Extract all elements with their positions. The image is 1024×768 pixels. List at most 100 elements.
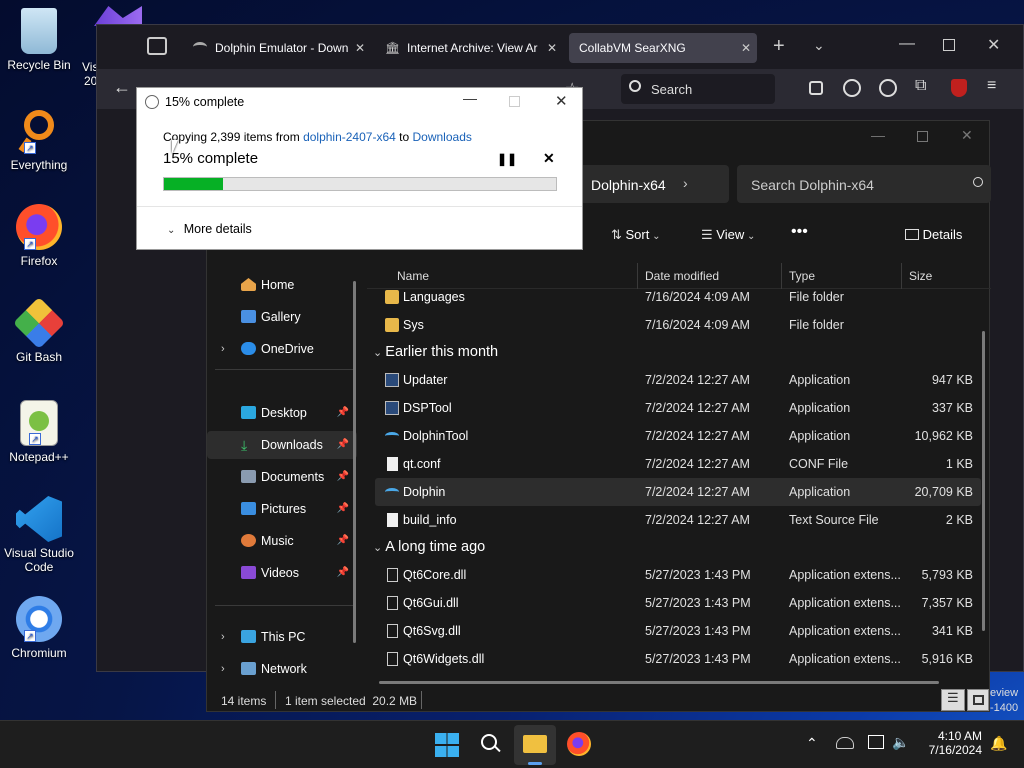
menu-icon[interactable]: ≡ xyxy=(987,77,996,95)
desktop-icon-firefox[interactable]: ↗ Firefox xyxy=(4,204,74,268)
clock[interactable]: 4:10 AM 7/16/2024 xyxy=(920,729,982,757)
tab-dolphin[interactable]: Dolphin Emulator - Down ✕ xyxy=(185,33,371,63)
extensions-icon[interactable]: ⧉ xyxy=(915,77,926,95)
tab-searxng[interactable]: CollabVM SearXNG ✕ xyxy=(569,33,757,63)
close-tab-icon[interactable]: ✕ xyxy=(741,33,751,63)
more-details-toggle[interactable]: ⌄ More details xyxy=(167,222,252,236)
close-dialog-button[interactable]: ✕ xyxy=(555,92,568,110)
table-row[interactable]: Qt6Core.dll 5/27/2023 1:43 PM Application … xyxy=(375,561,981,589)
nav-scrollbar[interactable] xyxy=(353,281,356,643)
nav-pictures[interactable]: Pictures 📌 xyxy=(207,495,357,523)
source-link[interactable]: dolphin-2407-x64 xyxy=(303,130,396,144)
nav-home[interactable]: Home xyxy=(207,271,357,299)
view-button[interactable]: ☰ View ⌄ xyxy=(701,227,755,243)
close-tab-icon[interactable]: ✕ xyxy=(355,33,365,63)
start-windows-icon[interactable] xyxy=(435,733,459,757)
pin-icon[interactable]: 📌 xyxy=(337,399,349,427)
list-tabs-icon[interactable]: ⌄ xyxy=(813,37,825,54)
table-row[interactable]: Updater 7/2/2024 12:27 AM Application 947 K… xyxy=(375,366,981,394)
desktop-icon-vscode[interactable]: Visual Studio Code xyxy=(4,496,74,574)
taskbar-firefox-icon[interactable] xyxy=(567,732,591,756)
more-options-icon[interactable]: ••• xyxy=(791,223,808,241)
pin-icon[interactable]: 📌 xyxy=(337,527,349,555)
pin-icon[interactable]: 📌 xyxy=(337,431,349,459)
nav-desktop[interactable]: Desktop 📌 xyxy=(207,399,357,427)
destination-link[interactable]: Downloads xyxy=(413,130,472,144)
close-window-button[interactable]: ✕ xyxy=(987,35,1000,55)
table-row[interactable]: DolphinTool 7/2/2024 12:27 AM Application 1… xyxy=(375,422,981,450)
firefox-view-icon[interactable] xyxy=(147,37,167,55)
minimize-button[interactable]: — xyxy=(463,90,477,106)
cell-date: 7/16/2024 4:09 AM xyxy=(645,318,750,332)
pause-button[interactable]: ❚❚ xyxy=(497,152,517,166)
desktop-icon-recycle-bin[interactable]: Recycle Bin xyxy=(4,8,74,72)
account-icon[interactable] xyxy=(879,79,897,97)
column-type[interactable]: Type xyxy=(789,269,815,283)
nav-videos[interactable]: Videos 📌 xyxy=(207,559,357,587)
nav-music[interactable]: Music 📌 xyxy=(207,527,357,555)
pocket-icon[interactable] xyxy=(809,81,823,95)
search-box[interactable]: Search xyxy=(621,74,775,104)
taskbar-file-explorer[interactable] xyxy=(514,725,556,765)
column-size[interactable]: Size xyxy=(909,269,932,283)
network-icon[interactable] xyxy=(868,735,884,749)
group-header-longago[interactable]: ⌄ A long time ago xyxy=(373,539,485,555)
nav-gallery[interactable]: Gallery xyxy=(207,303,357,331)
nav-documents[interactable]: Documents 📌 xyxy=(207,463,357,491)
nav-network[interactable]: › Network xyxy=(207,655,357,683)
table-row[interactable]: Sys 7/16/2024 4:09 AM File folder xyxy=(375,311,981,339)
sort-button[interactable]: ⇅ Sort ⌄ xyxy=(611,227,661,243)
table-row[interactable]: DSPTool 7/2/2024 12:27 AM Application 337 K… xyxy=(375,394,981,422)
taskbar: ⌃ 🔈 4:10 AM 7/16/2024 🔔 xyxy=(0,720,1024,768)
close-tab-icon[interactable]: ✕ xyxy=(547,33,557,63)
cell-name: build_info xyxy=(403,513,457,527)
minimize-button[interactable]: — xyxy=(871,127,885,143)
desktop-icon-everything[interactable]: ↗ Everything xyxy=(4,108,74,172)
more-details-label: More details xyxy=(183,222,252,236)
ublock-icon[interactable] xyxy=(951,79,967,97)
address-bar[interactable]: Dolphin-x64 › xyxy=(575,165,729,203)
table-row[interactable]: Qt6Svg.dll 5/27/2023 1:43 PM Application e… xyxy=(375,617,981,645)
vertical-scrollbar[interactable] xyxy=(982,331,985,631)
new-tab-button[interactable]: + xyxy=(773,35,785,58)
details-view-toggle[interactable]: ☰ xyxy=(941,689,965,711)
table-row[interactable]: build_info 7/2/2024 12:27 AM Text Source F… xyxy=(375,506,981,534)
nav-this-pc[interactable]: › This PC xyxy=(207,623,357,651)
table-row-selected[interactable]: Dolphin 7/2/2024 12:27 AM Application 20,70… xyxy=(375,478,981,506)
minimize-button[interactable]: — xyxy=(899,35,915,53)
tiles-view-toggle[interactable] xyxy=(967,689,989,711)
desktop-icon-notepad-plus[interactable]: ↗ Notepad++ xyxy=(4,400,74,464)
chevron-up-icon[interactable]: ⌃ xyxy=(806,735,818,752)
cell-type: CONF File xyxy=(789,457,849,471)
cloud-offline-icon[interactable] xyxy=(836,737,854,749)
horizontal-scrollbar[interactable] xyxy=(379,681,939,684)
notification-bell-icon[interactable]: 🔔 xyxy=(990,735,1007,752)
column-name[interactable]: Name xyxy=(397,269,429,283)
desktop-icon-git-bash[interactable]: Git Bash xyxy=(4,296,74,364)
tab-internet-archive[interactable]: 🏛 Internet Archive: View Ar ✕ xyxy=(377,33,563,63)
table-row[interactable]: Qt6Gui.dll 5/27/2023 1:43 PM Application e… xyxy=(375,589,981,617)
maximize-button[interactable] xyxy=(943,39,955,51)
explorer-search-input[interactable]: Search Dolphin-x64 xyxy=(737,165,991,203)
table-row[interactable]: Languages 7/16/2024 4:09 AM File folder xyxy=(375,283,981,311)
timer-icon[interactable] xyxy=(843,79,861,97)
desktop-icon-label: Visual Studio Code xyxy=(4,546,74,574)
close-window-button[interactable]: ✕ xyxy=(961,127,973,144)
maximize-button[interactable] xyxy=(917,131,928,142)
desktop-icon-chromium[interactable]: ↗ Chromium xyxy=(4,596,74,660)
volume-icon[interactable]: 🔈 xyxy=(892,734,909,751)
group-label: Earlier this month xyxy=(385,344,499,360)
table-row[interactable]: qt.conf 7/2/2024 12:27 AM CONF File 1 KB xyxy=(375,450,981,478)
nav-downloads[interactable]: ⤓ Downloads 📌 xyxy=(207,431,357,459)
table-row[interactable]: Qt6Widgets.dll 5/27/2023 1:43 PM Applicati… xyxy=(375,645,981,673)
pin-icon[interactable]: 📌 xyxy=(337,463,349,491)
cancel-copy-button[interactable]: ✕ xyxy=(543,150,555,167)
pin-icon[interactable]: 📌 xyxy=(337,495,349,523)
details-pane-button[interactable]: Details xyxy=(905,227,962,242)
group-header-earlier[interactable]: ⌄ Earlier this month xyxy=(373,344,498,360)
pin-icon[interactable]: 📌 xyxy=(337,559,349,587)
column-date[interactable]: Date modified xyxy=(645,269,719,283)
cell-size: 1 KB xyxy=(945,457,973,471)
back-button[interactable]: ← xyxy=(113,77,131,98)
nav-onedrive[interactable]: › OneDrive xyxy=(207,335,357,363)
